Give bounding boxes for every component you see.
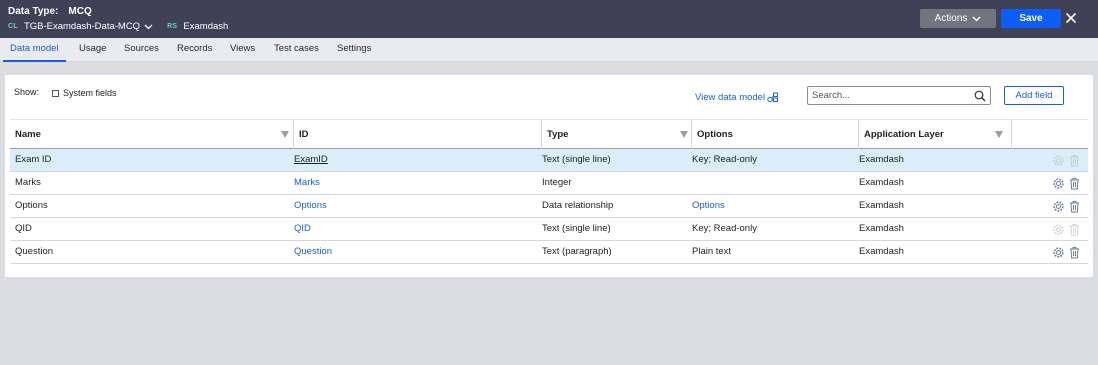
field-application-layer: Examdash (859, 154, 904, 165)
data-model-panel: Show: System fields View data model Add … (5, 75, 1093, 277)
data-model-diagram-icon (767, 92, 779, 103)
field-name: Question (15, 246, 54, 257)
gear-icon[interactable] (1052, 177, 1065, 190)
filter-icon[interactable] (281, 131, 289, 138)
add-field-button[interactable]: Add field (1004, 86, 1064, 105)
ruleset-name: Examdash (183, 21, 229, 32)
data-type-value: MCQ (68, 6, 92, 17)
field-id-link[interactable]: ExamID (294, 149, 328, 171)
search-icon[interactable] (974, 90, 986, 102)
column-header-options[interactable]: Options (692, 120, 733, 149)
field-type: Text (paragraph) (542, 246, 612, 257)
chevron-down-icon (144, 24, 153, 29)
field-id-link[interactable]: Marks (294, 172, 320, 194)
system-fields-label: System fields (63, 88, 117, 98)
tab-test-cases[interactable]: Test cases (273, 38, 320, 62)
header-bar: Data Type: MCQ CL TGB-Examdash-Data-MCQ R… (0, 0, 1098, 38)
tab-settings[interactable]: Settings (336, 38, 372, 62)
field-type: Text (single line) (542, 223, 611, 234)
gear-icon[interactable] (1052, 246, 1065, 259)
show-label: Show: (14, 87, 40, 97)
column-header-application-layer[interactable]: Application Layer (859, 120, 944, 149)
save-button[interactable]: Save (1001, 9, 1061, 28)
tab-sources[interactable]: Sources (123, 38, 160, 62)
field-name: Marks (15, 177, 41, 188)
gear-icon[interactable] (1052, 200, 1065, 213)
field-options: Key; Read-only (692, 223, 757, 234)
tab-records[interactable]: Records (176, 38, 213, 62)
column-header-id[interactable]: ID (294, 120, 309, 149)
view-data-model-link[interactable]: View data model (695, 92, 779, 103)
actions-button[interactable]: Actions (920, 9, 996, 28)
ruleset-tag: RS (167, 23, 178, 30)
field-application-layer: Examdash (859, 200, 904, 211)
column-divider[interactable] (1011, 120, 1012, 149)
field-id-link[interactable]: QID (294, 218, 311, 240)
field-application-layer: Examdash (859, 223, 904, 234)
column-header-type[interactable]: Type (542, 120, 568, 149)
field-name: Options (15, 200, 48, 211)
table-header: Name ID Type Options Application Layer (10, 119, 1088, 149)
field-name: Exam ID (15, 154, 52, 165)
trash-icon[interactable] (1069, 177, 1080, 190)
class-tag: CL (8, 23, 18, 30)
tab-data-model[interactable]: Data model (3, 38, 66, 62)
tab-views[interactable]: Views (229, 38, 256, 62)
actions-label: Actions (934, 13, 968, 24)
trash-icon[interactable] (1069, 246, 1080, 259)
table-row[interactable]: Options Options Data relationship Option… (10, 195, 1088, 218)
tab-bar: Data model Usage Sources Records Views T… (0, 38, 1098, 62)
filter-icon[interactable] (680, 131, 688, 138)
class-ruleset-row: CL TGB-Examdash-Data-MCQ RS Examdash (8, 21, 228, 32)
search-box (807, 86, 991, 105)
table-row[interactable]: Exam ID ExamID Text (single line) Key; R… (10, 149, 1088, 172)
table-row[interactable]: QID QID Text (single line) Key; Read-onl… (10, 218, 1088, 241)
table-row[interactable]: Question Question Text (paragraph) Plain… (10, 241, 1088, 264)
field-options: Key; Read-only (692, 154, 757, 165)
data-type-label: Data Type: (8, 6, 59, 17)
field-name: QID (15, 223, 32, 234)
field-type: Data relationship (542, 200, 614, 211)
field-type: Integer (542, 177, 572, 188)
field-application-layer: Examdash (859, 177, 904, 188)
class-selector[interactable]: TGB-Examdash-Data-MCQ (24, 21, 153, 32)
gear-icon (1053, 224, 1064, 235)
field-id-link[interactable]: Question (294, 241, 332, 263)
close-icon[interactable] (1064, 11, 1078, 25)
column-header-name[interactable]: Name (10, 120, 41, 149)
trash-icon[interactable] (1069, 200, 1080, 213)
field-id-link[interactable]: Options (294, 195, 327, 217)
table-row[interactable]: Marks Marks Integer Examdash (10, 172, 1088, 195)
search-input[interactable] (808, 87, 968, 104)
system-fields-checkbox[interactable] (52, 90, 59, 97)
gear-icon (1053, 155, 1064, 166)
class-name: TGB-Examdash-Data-MCQ (23, 21, 141, 32)
chevron-down-icon (972, 16, 981, 21)
filter-icon[interactable] (995, 131, 1003, 138)
trash-icon (1070, 224, 1079, 236)
trash-icon (1070, 155, 1079, 167)
field-options-link[interactable]: Options (692, 195, 725, 217)
field-options: Plain text (692, 246, 732, 257)
tab-usage[interactable]: Usage (78, 38, 107, 62)
view-data-model-label: View data model (695, 92, 766, 103)
field-type: Text (single line) (542, 154, 611, 165)
data-type-title: Data Type: MCQ (8, 6, 92, 17)
table-body: Exam ID ExamID Text (single line) Key; R… (10, 149, 1088, 264)
field-application-layer: Examdash (859, 246, 904, 257)
